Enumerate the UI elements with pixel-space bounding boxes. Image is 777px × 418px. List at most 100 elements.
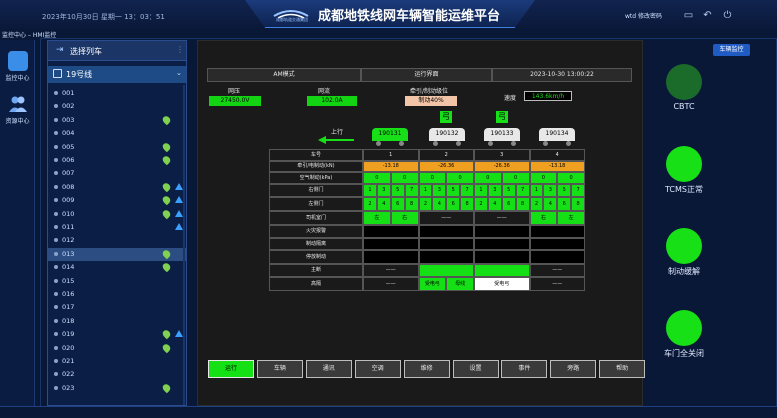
- back-icon[interactable]: ↶: [702, 10, 713, 21]
- nav-button-0[interactable]: 运行: [208, 360, 254, 378]
- nav-button-8[interactable]: 帮助: [599, 360, 646, 378]
- location-pin-icon[interactable]: [161, 248, 172, 260]
- train-row-003[interactable]: 003: [48, 114, 186, 127]
- train-row-010[interactable]: 010: [48, 208, 186, 221]
- rail-item-monitor[interactable]: 监控中心: [3, 51, 32, 91]
- grid-cell: [418, 264, 474, 277]
- row-label: 主断: [269, 264, 363, 277]
- document-icon[interactable]: ▭: [683, 10, 694, 21]
- grid-cell: 0: [363, 172, 391, 184]
- row-label: 高隔: [269, 277, 363, 291]
- nav-button-1[interactable]: 车辆: [256, 360, 303, 378]
- location-pin-icon[interactable]: [161, 154, 172, 166]
- power-icon[interactable]: ⏻: [722, 10, 733, 21]
- list-scrollbar[interactable]: [183, 85, 185, 405]
- train-id: 010: [62, 209, 75, 218]
- train-row-001[interactable]: 001: [48, 87, 186, 100]
- nav-button-2[interactable]: 通讯: [305, 360, 352, 378]
- chevron-down-icon[interactable]: ⌄: [176, 69, 182, 77]
- train-id: 006: [62, 156, 75, 164]
- train-row-017[interactable]: 017: [48, 301, 186, 314]
- location-pin-icon[interactable]: [161, 208, 172, 219]
- nav-button-7[interactable]: 旁路: [550, 360, 597, 378]
- wheel: [456, 141, 461, 146]
- train-row-009[interactable]: 009: [48, 194, 186, 207]
- grid-cell: 2: [529, 197, 544, 211]
- car-190133[interactable]: 190133: [484, 128, 520, 141]
- logo-text: 成都轨道交通集团: [276, 17, 308, 22]
- train-row-008[interactable]: 008: [48, 181, 186, 194]
- more-icon[interactable]: ⋮: [176, 45, 184, 54]
- car-190132[interactable]: 190132: [429, 128, 465, 141]
- train-id: 012: [62, 236, 75, 245]
- monitor-icon: [7, 51, 28, 71]
- train-row-019[interactable]: 019: [48, 328, 186, 341]
- grid-cell: 8: [515, 197, 530, 211]
- grid-cell: 5: [390, 184, 405, 197]
- user-menu[interactable]: wtd 修改密码: [625, 11, 662, 20]
- status-dot: [54, 225, 58, 229]
- location-pin-icon[interactable]: [161, 328, 172, 340]
- grid-cell: -26.36: [474, 161, 530, 172]
- train-row-021[interactable]: 021: [48, 355, 186, 368]
- train-row-018[interactable]: 018: [48, 315, 186, 328]
- nav-button-3[interactable]: 空调: [354, 360, 401, 378]
- train-row-011[interactable]: 011: [48, 221, 186, 234]
- train-row-015[interactable]: 015: [48, 275, 186, 288]
- location-pin-icon[interactable]: [161, 114, 172, 126]
- line-group[interactable]: 19号线 ⌄: [48, 66, 186, 83]
- car-190134[interactable]: 190134: [539, 128, 575, 141]
- train-row-005[interactable]: 005: [48, 141, 186, 154]
- users-icon: [8, 94, 28, 114]
- train-row-014[interactable]: 014: [48, 261, 186, 274]
- location-pin-icon[interactable]: [161, 382, 172, 394]
- car-190131[interactable]: 190131: [372, 128, 408, 141]
- grid-cell: 2: [474, 197, 488, 211]
- status-label: TCMS正常: [665, 185, 703, 194]
- train-row-023[interactable]: 023: [48, 382, 186, 395]
- net-current-value: 102.0A: [307, 96, 357, 106]
- warning-icon[interactable]: [175, 223, 183, 230]
- location-pin-icon[interactable]: [161, 194, 172, 206]
- location-pin-icon[interactable]: [161, 342, 172, 353]
- wheel: [399, 141, 404, 146]
- grid-cell: [529, 225, 585, 238]
- train-row-013[interactable]: 013: [48, 247, 186, 261]
- net-voltage-label: 网压: [228, 88, 241, 95]
- train-row-004[interactable]: 004: [48, 127, 186, 140]
- grid-cell: 8: [571, 197, 585, 211]
- train-row-020[interactable]: 020: [48, 342, 186, 355]
- row-label: 火灾报警: [269, 225, 363, 238]
- train-row-007[interactable]: 007: [48, 167, 186, 180]
- train-id: 003: [62, 115, 75, 124]
- train-id: 014: [62, 263, 75, 272]
- train-id: 011: [62, 223, 75, 231]
- train-row-012[interactable]: 012: [48, 234, 186, 247]
- rail-item-resource[interactable]: 资源中心: [3, 94, 32, 134]
- location-pin-icon[interactable]: [161, 261, 172, 273]
- nav-button-4[interactable]: 维修: [403, 360, 450, 378]
- nav-button-6[interactable]: 事件: [501, 360, 548, 378]
- status-dot: [54, 198, 58, 203]
- train-row-002[interactable]: 002: [48, 100, 186, 113]
- status-dot: [54, 171, 58, 176]
- pantograph-icon: 弓: [496, 111, 508, 123]
- location-pin-icon[interactable]: [161, 141, 172, 152]
- status-dot: [54, 144, 58, 149]
- grid-cell: 5: [446, 184, 461, 197]
- warning-icon[interactable]: [175, 209, 183, 217]
- nav-button-5[interactable]: 设置: [452, 360, 499, 378]
- train-row-006[interactable]: 006: [48, 154, 186, 167]
- vehicle-monitor-button[interactable]: 车辆监控: [713, 44, 750, 56]
- warning-icon[interactable]: [175, 182, 183, 190]
- grid-cell: 4: [529, 149, 585, 161]
- warning-icon[interactable]: [175, 330, 183, 338]
- train-row-022[interactable]: 022: [48, 368, 186, 381]
- train-row-016[interactable]: 016: [48, 288, 186, 301]
- grid-cell: -26.36: [418, 161, 474, 172]
- status-indicator: [666, 64, 702, 100]
- grid-cell: 1: [529, 184, 544, 197]
- warning-icon[interactable]: [175, 196, 183, 204]
- grid-cell: 6: [446, 197, 461, 211]
- location-pin-icon[interactable]: [161, 181, 172, 193]
